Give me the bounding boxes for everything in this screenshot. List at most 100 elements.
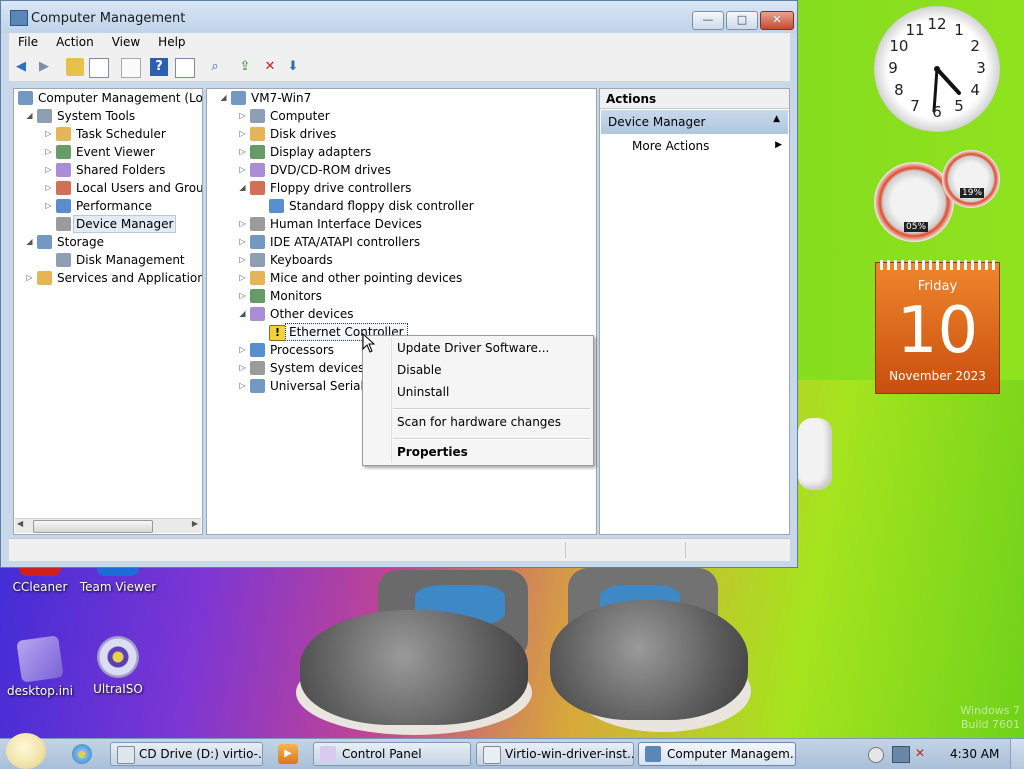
back-arrow-icon[interactable]: ◀ [12,58,30,76]
collapsed-arrow-icon[interactable]: ▷ [238,107,247,125]
tree-item[interactable]: ▷ Services and Applications [14,269,202,287]
collapsed-arrow-icon[interactable]: ▷ [238,233,247,251]
actions-section-device-manager[interactable]: Device Manager ▲ [601,110,788,134]
desktop-icon-teamviewer[interactable]: Team Viewer [78,566,158,594]
expanded-arrow-icon[interactable]: ◢ [25,107,34,125]
taskbar-button-computer-management[interactable]: Computer Managem... [638,742,796,766]
tray-action-center-icon[interactable] [868,747,884,763]
collapsed-arrow-icon[interactable]: ▷ [44,161,53,179]
tree-item[interactable]: Device Manager [14,215,202,233]
scan-hardware-icon[interactable]: ⌕ [206,58,224,76]
tree-item[interactable]: ▷ Performance [14,197,202,215]
tray-network-icon[interactable] [892,746,910,763]
horizontal-scrollbar[interactable]: ◀ ▶ [15,518,201,533]
collapsed-arrow-icon[interactable]: ▷ [44,143,53,161]
collapsed-arrow-icon[interactable]: ▷ [238,377,247,395]
minimize-button[interactable]: — [692,11,724,30]
scroll-left-arrow-icon[interactable]: ◀ [17,519,23,528]
display-adapter-icon [250,145,265,159]
collapsed-arrow-icon[interactable]: ▷ [238,215,247,233]
menu-disable[interactable]: Disable [397,363,442,377]
show-hide-tree-icon[interactable] [89,58,109,78]
tree-item[interactable]: Standard floppy disk controller [207,197,596,215]
tray-clock[interactable]: 4:30 AM [950,739,999,769]
close-button[interactable]: ✕ [760,11,794,30]
taskbar-button-control-panel[interactable]: Control Panel [313,742,471,766]
collapsed-arrow-icon[interactable]: ▷ [238,287,247,305]
show-desktop-button[interactable] [1010,739,1024,769]
enable-device-icon[interactable]: ⬇ [284,58,302,76]
tree-item[interactable]: ▷ Display adapters [207,143,596,161]
menu-properties[interactable]: Properties [397,445,468,459]
desktop-icon-ccleaner[interactable]: CCleaner [0,566,80,594]
tree-item[interactable]: ◢ Other devices [207,305,596,323]
menu-uninstall[interactable]: Uninstall [397,385,449,399]
collapsed-arrow-icon[interactable]: ▷ [238,251,247,269]
services-icon [37,271,52,285]
title-bar[interactable]: Computer Management — □ ✕ [1,1,797,33]
tree-item[interactable]: ◢ Storage [14,233,202,251]
tree-item[interactable]: ▷ Mice and other pointing devices [207,269,596,287]
collapsed-arrow-icon[interactable]: ▷ [238,359,247,377]
media-player-icon[interactable]: ▶ [278,744,298,764]
collapsed-arrow-icon[interactable]: ▷ [44,125,53,143]
menu-action[interactable]: Action [47,33,103,51]
tree-item[interactable]: ◢ Floppy drive controllers [207,179,596,197]
tree-item[interactable]: ▷ Shared Folders [14,161,202,179]
expanded-arrow-icon[interactable]: ◢ [25,233,34,251]
taskbar-button-virtio-installer[interactable]: Virtio-win-driver-inst... [476,742,634,766]
maximize-button[interactable]: □ [726,11,758,30]
start-orb-icon[interactable] [6,733,46,769]
desktop-icon-ultraiso[interactable]: UltraISO [78,636,158,696]
tree-item[interactable]: ▷ Computer [207,107,596,125]
collapsed-arrow-icon[interactable]: ▷ [238,143,247,161]
expanded-arrow-icon[interactable]: ◢ [238,179,247,197]
uninstall-device-icon[interactable]: ✕ [261,58,279,76]
help-icon[interactable]: ? [150,58,168,76]
scroll-thumb[interactable] [33,520,153,533]
menu-help[interactable]: Help [149,33,194,51]
cpu-meter-gadget[interactable]: 05% 19% [872,150,1002,242]
tree-item[interactable]: ▷ Event Viewer [14,143,202,161]
tree-item[interactable]: ▷ IDE ATA/ATAPI controllers [207,233,596,251]
tree-item[interactable]: ▷ Task Scheduler [14,125,202,143]
tree-item[interactable]: ◢ VM7-Win7 [207,89,596,107]
expanded-arrow-icon[interactable]: ◢ [219,89,228,107]
scroll-right-arrow-icon[interactable]: ▶ [192,519,198,528]
more-actions-item[interactable]: More Actions ▶ [632,139,782,157]
show-action-pane-icon[interactable] [175,58,195,78]
menu-view[interactable]: View [103,33,149,51]
tray-volume-muted-icon[interactable]: ✕ [915,746,931,761]
calendar-gadget[interactable]: Friday 10 November 2023 [875,260,1000,394]
collapsed-arrow-icon[interactable]: ▷ [238,161,247,179]
expanded-arrow-icon[interactable]: ◢ [238,305,247,323]
tree-item[interactable]: Disk Management [14,251,202,269]
clock-gadget[interactable]: 12 1 2 3 4 5 6 7 8 9 10 11 [874,6,1000,132]
tree-item[interactable]: Computer Management (Local [14,89,202,107]
collapsed-arrow-icon[interactable]: ▷ [44,197,53,215]
tree-item[interactable]: ▷ Monitors [207,287,596,305]
collapsed-arrow-icon[interactable]: ▷ [238,125,247,143]
collapse-arrow-icon[interactable]: ▲ [773,114,780,124]
desktop-icon-desktop-ini[interactable]: desktop.ini [0,635,80,698]
tree-item[interactable]: ▷ Keyboards [207,251,596,269]
menu-update-driver[interactable]: Update Driver Software... [397,341,549,355]
tree-item-label: Monitors [270,289,322,303]
collapsed-arrow-icon[interactable]: ▷ [44,179,53,197]
menu-file[interactable]: File [9,33,47,51]
export-list-icon[interactable] [121,58,141,78]
taskbar-button-cd-drive[interactable]: CD Drive (D:) virtio-... [110,742,263,766]
update-driver-icon[interactable]: ⇪ [236,58,254,76]
tree-item[interactable]: ◢ System Tools [14,107,202,125]
up-folder-icon[interactable] [66,58,84,76]
internet-explorer-icon[interactable]: e [72,744,92,764]
forward-arrow-icon[interactable]: ▶ [35,58,53,76]
tree-item[interactable]: ▷ Disk drives [207,125,596,143]
tree-item[interactable]: ▷ Local Users and Groups [14,179,202,197]
collapsed-arrow-icon[interactable]: ▷ [238,269,247,287]
collapsed-arrow-icon[interactable]: ▷ [238,341,247,359]
tree-item[interactable]: ▷ DVD/CD-ROM drives [207,161,596,179]
tree-item[interactable]: ▷ Human Interface Devices [207,215,596,233]
menu-scan-hardware[interactable]: Scan for hardware changes [397,415,561,429]
collapsed-arrow-icon[interactable]: ▷ [25,269,34,287]
